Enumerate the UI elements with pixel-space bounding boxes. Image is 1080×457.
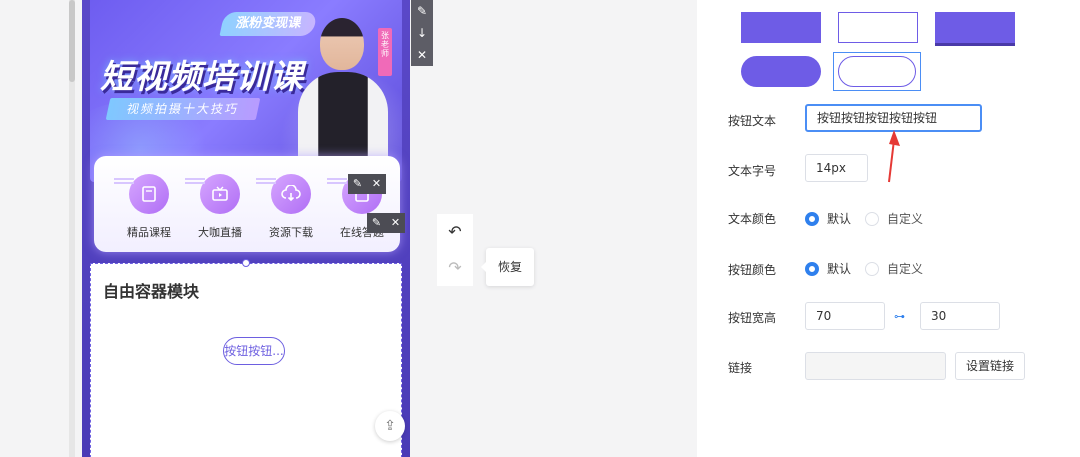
text-color-custom-radio[interactable]: 自定义: [865, 210, 923, 227]
banner-toolbar: ✎ ↓ ✕: [411, 0, 433, 66]
annotation-arrow-icon: [888, 130, 900, 183]
scrollbar-thumb[interactable]: [69, 0, 75, 82]
undo-icon: ↶: [448, 222, 462, 241]
redo-icon: ↷: [448, 258, 462, 277]
free-container-module[interactable]: 自由容器模块 按钮按钮...: [90, 259, 402, 457]
share-icon[interactable]: ⇪: [375, 411, 405, 441]
button-color-default-radio[interactable]: 默认: [805, 260, 851, 277]
font-size-label: 文本字号: [728, 164, 777, 178]
property-panel: 按钮文本 按钮按钮按钮按钮按钮 文本字号 14px 文本颜色 默认 自定义 按钮…: [697, 0, 1080, 457]
phone-preview: 涨粉变现课 短视频培训课 视频拍摄十大技巧 张老师 精品课程 大咖直播 资源下载…: [82, 0, 410, 457]
button-style-outline-round-selected[interactable]: [833, 52, 921, 91]
banner-subtitle: 视频拍摄十大技巧: [105, 98, 261, 120]
container-title: 自由容器模块: [103, 282, 200, 301]
close-icon[interactable]: ✕: [367, 174, 386, 194]
button-style-outline-square[interactable]: [838, 12, 918, 43]
button-style-filled-shadow[interactable]: [935, 12, 1015, 43]
cloud-download-icon: [271, 174, 311, 214]
nav-item-label: 精品课程: [127, 226, 171, 239]
edit-icon[interactable]: ✎: [367, 213, 386, 233]
link-input: [805, 352, 946, 380]
book-icon: [129, 174, 169, 214]
nav-item-label: 资源下载: [269, 226, 313, 239]
nav-item-downloads[interactable]: 资源下载: [256, 174, 326, 240]
nav-item-label: 大咖直播: [198, 226, 242, 239]
nav-item-courses[interactable]: 精品课程: [114, 174, 184, 240]
button-style-filled-round[interactable]: [741, 56, 821, 87]
edit-icon[interactable]: ✎: [411, 0, 433, 22]
banner-module[interactable]: 涨粉变现课 短视频培训课 视频拍摄十大技巧 张老师: [90, 0, 402, 182]
text-color-label: 文本颜色: [728, 212, 777, 226]
redo-tooltip: 恢复: [481, 248, 534, 286]
nav-item-live[interactable]: 大咖直播: [185, 174, 255, 240]
resize-handle[interactable]: [242, 259, 250, 267]
button-size-label: 按钮宽高: [728, 311, 777, 325]
text-color-default-radio[interactable]: 默认: [805, 210, 851, 227]
button-color-label: 按钮颜色: [728, 263, 777, 277]
container-button[interactable]: 按钮按钮...: [223, 337, 285, 365]
container-toolbar: ✎ ✕: [367, 213, 405, 233]
canvas-scrollbar[interactable]: [69, 0, 75, 457]
nav-card-module[interactable]: 精品课程 大咖直播 资源下载 在线答题: [94, 156, 400, 252]
banner-title: 短视频培训课: [100, 57, 304, 96]
tv-icon: [200, 174, 240, 214]
link-ratio-icon[interactable]: ⊶: [894, 310, 905, 323]
banner-badge: 张老师: [378, 28, 392, 76]
edit-icon[interactable]: ✎: [348, 174, 367, 194]
button-color-custom-radio[interactable]: 自定义: [865, 260, 923, 277]
font-size-input[interactable]: 14px: [805, 154, 868, 182]
button-width-input[interactable]: 70: [805, 302, 885, 330]
link-label: 链接: [728, 361, 753, 375]
button-text-label: 按钮文本: [728, 114, 777, 128]
close-icon[interactable]: ✕: [411, 44, 433, 66]
button-style-filled-square[interactable]: [741, 12, 821, 43]
redo-button[interactable]: ↷: [437, 250, 473, 286]
button-height-input[interactable]: 30: [920, 302, 1000, 330]
nav-card-toolbar: ✎ ✕: [348, 174, 386, 194]
close-icon[interactable]: ✕: [386, 213, 405, 233]
undo-button[interactable]: ↶: [437, 214, 473, 250]
set-link-button[interactable]: 设置链接: [955, 352, 1025, 380]
move-down-icon[interactable]: ↓: [411, 22, 433, 44]
